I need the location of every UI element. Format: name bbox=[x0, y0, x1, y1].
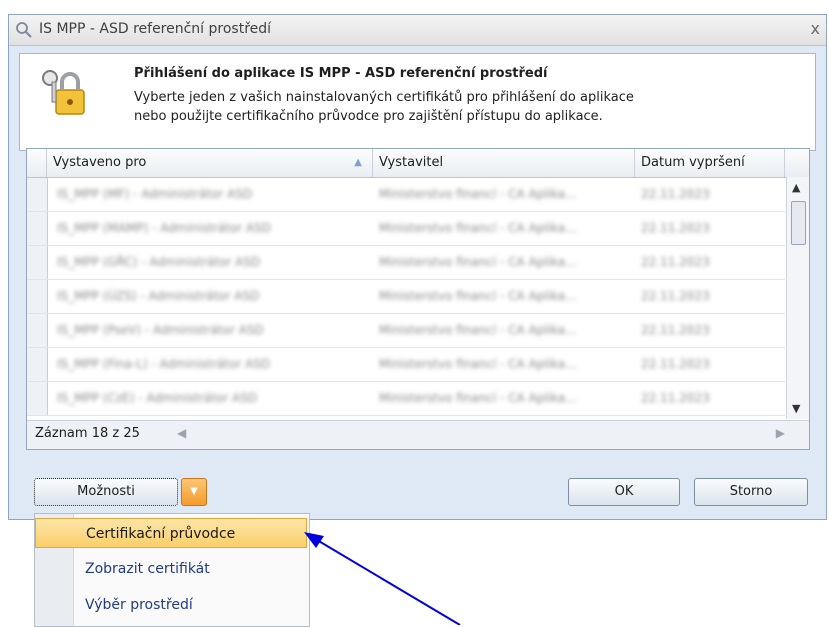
annotation-arrow bbox=[304, 532, 461, 625]
